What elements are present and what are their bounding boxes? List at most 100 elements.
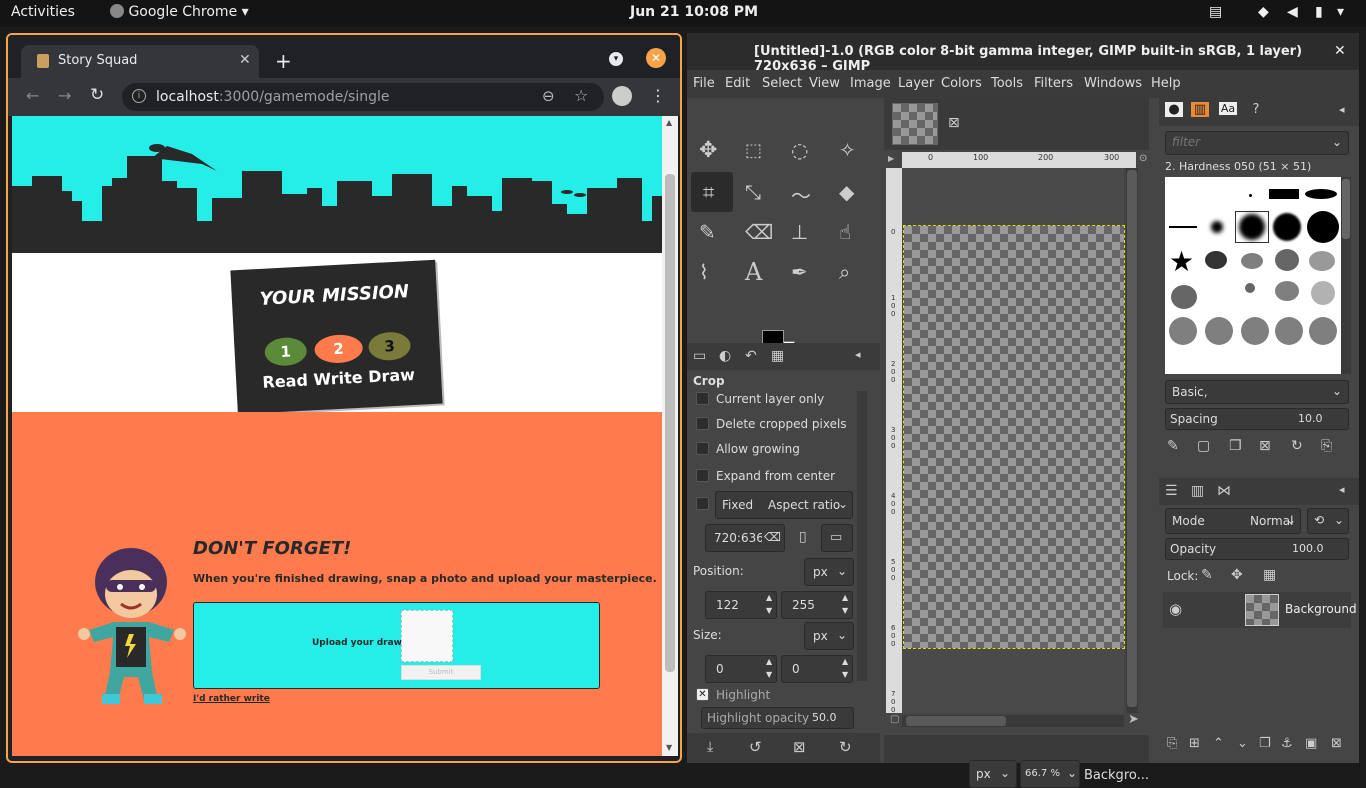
checkbox-allow-growing[interactable] (696, 442, 709, 455)
battery-icon[interactable]: ▮ (1315, 4, 1323, 20)
paintbrush-tool-icon[interactable]: ✎ (699, 220, 716, 244)
crop-tool-button[interactable]: ⌗ (691, 172, 733, 212)
scrollbar-thumb[interactable] (906, 716, 1006, 726)
image-canvas[interactable] (903, 225, 1125, 649)
open-brush-icon[interactable]: ⎘ (1321, 438, 1332, 454)
image-thumbnail-tab[interactable] (892, 103, 938, 145)
brush-item[interactable] (1239, 214, 1265, 240)
menu-select[interactable]: Select (762, 76, 802, 91)
undo-history-tab-icon[interactable]: ↶ (745, 348, 757, 364)
spin-up-icon[interactable]: ▲ (842, 657, 848, 666)
submit-button[interactable]: Submit (401, 665, 481, 680)
lasso-tool-icon[interactable]: ◌ (791, 138, 808, 162)
system-menu-chevron-icon[interactable]: ▾ (1337, 4, 1344, 20)
images-tab-icon[interactable]: ▦ (771, 348, 784, 364)
tab-search-icon[interactable]: ▾ (609, 52, 623, 66)
checkbox-delete-cropped-pixels[interactable] (696, 417, 709, 430)
forward-icon[interactable]: → (58, 86, 71, 105)
activities-button[interactable]: Activities (11, 4, 75, 20)
brush-item[interactable] (1305, 189, 1337, 199)
layer-mask-icon[interactable]: ▣ (1305, 736, 1317, 751)
brush-filter-input[interactable]: ⌄ (1165, 131, 1349, 155)
tab-story-squad[interactable]: Story Squad ✕ (21, 45, 259, 78)
delete-brush-icon[interactable]: ⊠ (1259, 438, 1271, 454)
text-tool-icon[interactable]: A (745, 258, 762, 286)
spin-up-icon[interactable]: ▲ (766, 593, 772, 602)
size-width-input[interactable]: 0 ▲ ▼ (705, 655, 777, 683)
lock-alpha-icon[interactable]: ▦ (1263, 567, 1276, 583)
clone-tool-icon[interactable]: ⊥ (791, 220, 808, 244)
brush-preset-dropdown[interactable]: Basic, ⌄ (1165, 380, 1349, 404)
fuzzy-select-tool-icon[interactable]: ✧ (839, 138, 856, 162)
layer-row[interactable]: ◉ Background (1163, 592, 1357, 628)
brush-item[interactable] (1275, 281, 1299, 301)
back-icon[interactable]: ← (26, 86, 39, 105)
close-tab-icon[interactable]: ✕ (239, 52, 251, 68)
layer-mode-dropdown[interactable]: Mode Normal ⌄ (1165, 508, 1301, 534)
panel-menu-icon[interactable]: ◂ (855, 348, 861, 361)
profile-avatar-icon[interactable] (612, 86, 632, 106)
menu-filters[interactable]: Filters (1034, 76, 1073, 91)
tool-options-tab-icon[interactable]: ▭ (693, 348, 706, 364)
menu-colors[interactable]: Colors (941, 76, 982, 91)
landscape-button[interactable]: ▭ (821, 524, 853, 552)
channels-tab-icon[interactable]: ▥ (1191, 483, 1204, 499)
scrollbar-thumb[interactable] (1342, 179, 1350, 239)
menu-view[interactable]: View (809, 76, 840, 91)
brush-item[interactable] (1309, 317, 1337, 345)
scroll-up-icon[interactable]: ▲ (666, 118, 672, 127)
navigate-icon[interactable]: ➤ (1128, 712, 1139, 727)
brush-item[interactable] (1169, 226, 1197, 228)
spin-down-icon[interactable]: ▼ (842, 670, 848, 679)
brush-item[interactable] (1211, 221, 1223, 233)
paths-tool-icon[interactable]: ⌇ (699, 260, 709, 284)
layer-opacity-slider[interactable]: Opacity 100.0 (1165, 538, 1349, 560)
brush-grid-scrollbar[interactable] (1341, 177, 1351, 374)
menu-file[interactable]: File (693, 76, 715, 91)
lock-position-icon[interactable]: ✥ (1231, 567, 1243, 583)
brush-item[interactable] (1249, 194, 1252, 197)
new-layer-group-icon[interactable]: ⊞ (1189, 736, 1200, 751)
position-x-input[interactable]: 122 ▲ ▼ (705, 591, 777, 619)
zoom-dropdown[interactable]: 66.7 % ⌄ (1020, 760, 1080, 788)
new-tab-button[interactable]: + (275, 49, 292, 73)
canvas-background[interactable] (902, 168, 1125, 713)
clear-icon[interactable]: ⌫ (764, 530, 781, 544)
duplicate-brush-icon[interactable]: ❐ (1229, 438, 1242, 454)
position-y-input[interactable]: 255 ▲ ▼ (781, 591, 853, 619)
portrait-icon[interactable]: ▯ (799, 529, 807, 545)
brush-item[interactable] (1171, 285, 1197, 309)
close-image-icon[interactable]: ⊠ (948, 115, 960, 131)
quick-mask-icon[interactable]: ▢ (890, 714, 899, 725)
upload-dropzone[interactable] (401, 610, 453, 662)
checkbox-highlight[interactable]: ✕ (696, 688, 709, 701)
vertical-canvas-scrollbar[interactable] (1126, 168, 1138, 713)
eraser-tool-icon[interactable]: ⌫ (745, 220, 773, 244)
panel-menu-icon[interactable]: ◂ (1339, 483, 1345, 496)
brush-item[interactable] (1169, 317, 1197, 345)
fonts-tab-icon[interactable]: Aa (1219, 102, 1237, 115)
save-options-icon[interactable]: ⤓ (707, 739, 713, 755)
scrollbar-thumb[interactable] (1127, 170, 1137, 707)
brush-grid[interactable]: ★ (1165, 177, 1341, 374)
patterns-tab-icon[interactable]: ▥ (1191, 102, 1209, 117)
rect-select-tool-icon[interactable]: ⬚ (745, 140, 762, 161)
brush-item[interactable] (1307, 211, 1339, 243)
brush-filter-text[interactable] (1172, 135, 1322, 149)
move-tool-icon[interactable]: ✥ (699, 138, 717, 163)
reload-icon[interactable]: ↻ (90, 85, 104, 105)
spin-down-icon[interactable]: ▼ (842, 606, 848, 615)
unit-dropdown[interactable]: px ⌄ (969, 760, 1017, 788)
refresh-brushes-icon[interactable]: ↻ (1291, 438, 1303, 454)
bucket-fill-tool-icon[interactable]: ◆ (839, 180, 854, 204)
clock[interactable]: Jun 21 10:08 PM (630, 4, 758, 20)
delete-layer-icon[interactable]: ⊠ (1331, 736, 1342, 751)
spin-up-icon[interactable]: ▲ (766, 657, 772, 666)
delete-options-icon[interactable]: ⊠ (793, 738, 806, 756)
volume-icon[interactable]: ◀ (1287, 4, 1298, 20)
horizontal-canvas-scrollbar[interactable] (902, 715, 1124, 727)
panel-menu-icon[interactable]: ◂ (1339, 103, 1345, 116)
ruler-origin-icon[interactable]: ▶ (888, 154, 894, 163)
lock-pixels-icon[interactable]: ✎ (1201, 567, 1213, 583)
reset-options-icon[interactable]: ↻ (839, 738, 852, 756)
